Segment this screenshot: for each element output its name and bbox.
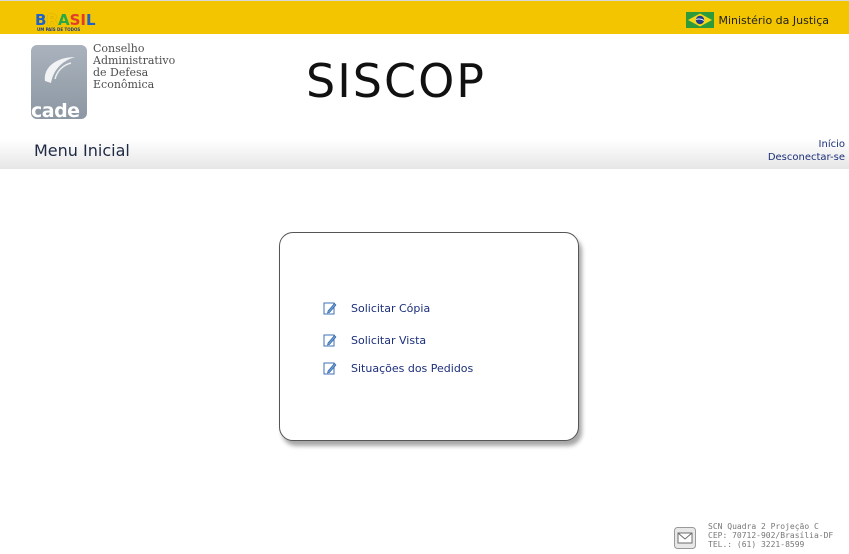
cade-logo: cade Conselho Administrativo de Defesa E… bbox=[31, 43, 175, 121]
address-line: SCN Quadra 2 Projeção C bbox=[708, 522, 819, 531]
menu-item-solicitar-copia[interactable]: Solicitar Cópia bbox=[323, 301, 430, 315]
header-links: Início Desconectar-se bbox=[768, 138, 845, 164]
menu-card: Solicitar Cópia Solicitar Vista Situaçõe… bbox=[279, 232, 579, 441]
ministry-link[interactable]: Ministério da Justiça bbox=[686, 11, 829, 29]
menu-item-label: Situações dos Pedidos bbox=[351, 361, 474, 375]
cade-mark-text: cade bbox=[31, 100, 80, 119]
menu-item-situacoes-pedidos[interactable]: Situações dos Pedidos bbox=[323, 361, 473, 375]
envelope-icon[interactable] bbox=[674, 527, 696, 549]
page-title: Menu Inicial bbox=[34, 141, 130, 160]
home-link[interactable]: Início bbox=[768, 138, 845, 151]
brazil-flag-icon bbox=[686, 12, 715, 28]
cade-mark: cade bbox=[31, 45, 87, 119]
menu-item-solicitar-vista[interactable]: Solicitar Vista bbox=[323, 333, 426, 347]
edit-icon bbox=[323, 302, 337, 315]
menu-item-label: Solicitar Vista bbox=[351, 333, 427, 347]
ministry-label: Ministério da Justiça bbox=[718, 13, 829, 27]
edit-icon bbox=[323, 334, 337, 347]
address-text: SCN Quadra 2 Projeção C CEP: 70712-902/B… bbox=[708, 522, 833, 549]
brasil-logo: BRASIL UM PAÍS DE TODOS bbox=[35, 11, 96, 32]
cade-org-name: Conselho Administrativo de Defesa Econôm… bbox=[93, 43, 175, 91]
menu-item-label: Solicitar Cópia bbox=[351, 301, 431, 315]
edit-icon bbox=[323, 362, 337, 375]
logout-link[interactable]: Desconectar-se bbox=[768, 151, 845, 164]
org-line: Econômica bbox=[93, 78, 155, 91]
top-bar: BRASIL UM PAÍS DE TODOS Ministério da Ju… bbox=[0, 0, 849, 34]
cade-swoosh-icon bbox=[44, 57, 75, 83]
address-line: TEL.: (61) 3221-8599 bbox=[708, 540, 805, 549]
footer-address: SCN Quadra 2 Projeção C CEP: 70712-902/B… bbox=[674, 522, 849, 554]
brasil-tagline: UM PAÍS DE TODOS bbox=[37, 27, 81, 32]
address-line: CEP: 70712-902/Brasília-DF bbox=[708, 531, 834, 540]
app-title: SISCOP bbox=[306, 54, 487, 108]
